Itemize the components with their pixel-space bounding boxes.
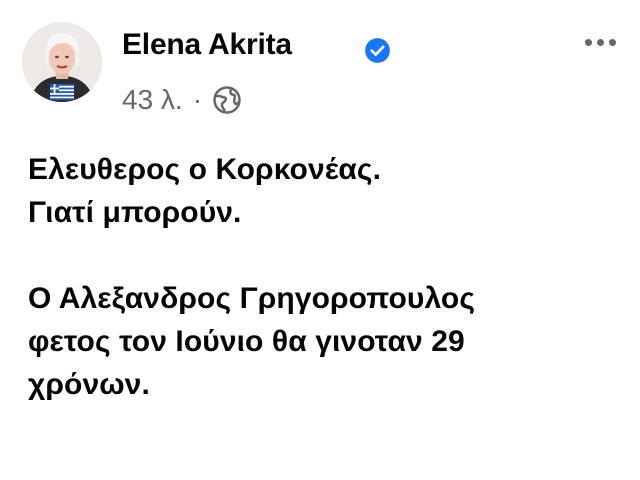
post-line: Ελευθερος ο Κορκονέας. xyxy=(28,153,382,186)
globe-icon[interactable] xyxy=(212,85,242,115)
post-timestamp[interactable]: 43 λ. xyxy=(122,84,183,116)
more-options-button[interactable] xyxy=(578,30,622,54)
author-name[interactable]: Elena Akrita xyxy=(122,28,292,62)
avatar-photo xyxy=(22,22,102,102)
post-text: Ελευθερος ο Κορκονέας. Γιατί μπορούν. Ο … xyxy=(28,148,628,406)
avatar[interactable] xyxy=(22,22,102,102)
facebook-post: Elena Akrita 43 λ. · Ελευθερος ο Κορκονέ… xyxy=(0,0,640,480)
post-meta: 43 λ. · xyxy=(122,84,242,116)
post-line: Γιατί μπορούν. xyxy=(28,196,242,229)
post-line: χρόνων. xyxy=(28,368,150,401)
more-horizontal-icon xyxy=(584,38,592,46)
meta-separator: · xyxy=(192,84,203,115)
verified-badge-icon xyxy=(365,38,390,63)
post-line: φετος τον Ιούνιο θα γινοταν 29 xyxy=(28,325,465,358)
post-line: Ο Αλεξανδρος Γρηγοροπουλος xyxy=(28,282,476,315)
